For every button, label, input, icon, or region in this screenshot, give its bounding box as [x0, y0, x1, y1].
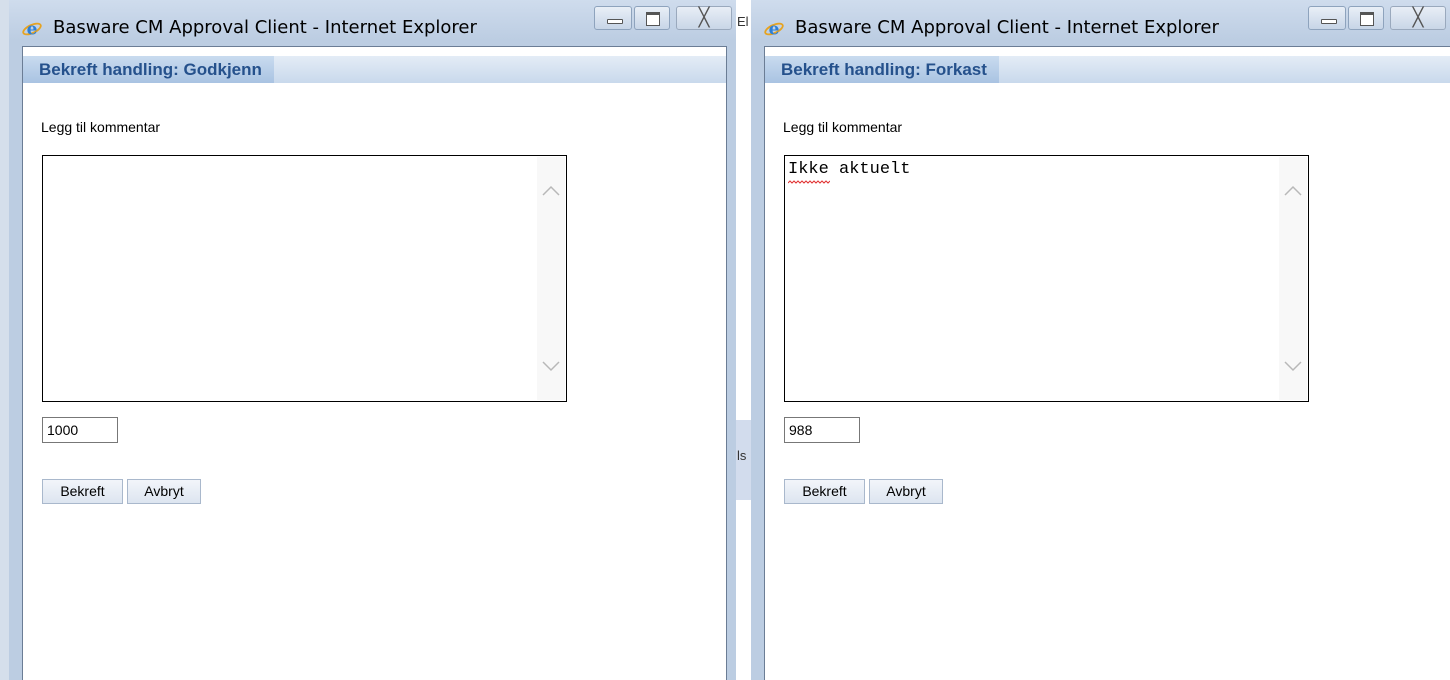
- scroll-up-icon[interactable]: [1283, 185, 1303, 197]
- confirm-button[interactable]: Bekreft: [42, 479, 123, 504]
- reject-dialog-window: e Basware CM Approval Client - Internet …: [751, 0, 1450, 680]
- close-button[interactable]: ╳: [676, 6, 732, 30]
- maximize-button[interactable]: [1348, 6, 1384, 30]
- internet-explorer-icon: e: [764, 20, 784, 40]
- page-title: Bekreft handling: Godkjenn: [23, 56, 274, 83]
- char-counter-field: 988: [784, 417, 860, 443]
- comment-label: Legg til kommentar: [783, 119, 903, 135]
- background-strip: [736, 0, 751, 680]
- dialog-content: Bekreft handling: Forkast Legg til komme…: [764, 46, 1450, 680]
- comment-textarea[interactable]: [42, 155, 567, 402]
- cancel-button[interactable]: Avbryt: [127, 479, 201, 504]
- comment-scrollbar[interactable]: [537, 157, 565, 400]
- svg-text:e: e: [27, 20, 38, 40]
- close-icon: ╳: [698, 7, 710, 28]
- maximize-button[interactable]: [634, 6, 670, 30]
- close-button[interactable]: ╳: [1390, 6, 1446, 30]
- minimize-button[interactable]: [1308, 6, 1346, 30]
- background-peek-text-mid: ls: [737, 448, 747, 463]
- char-counter-field: 1000: [42, 417, 118, 443]
- background-peek-text-top: El: [737, 14, 749, 29]
- internet-explorer-icon: e: [22, 20, 42, 40]
- background-edge-left: [0, 0, 9, 680]
- cancel-button[interactable]: Avbryt: [869, 479, 943, 504]
- scroll-down-icon[interactable]: [541, 360, 561, 372]
- svg-text:e: e: [769, 20, 780, 40]
- comment-label: Legg til kommentar: [41, 119, 161, 135]
- window-titlebar[interactable]: e Basware CM Approval Client - Internet …: [751, 0, 1450, 46]
- page-title: Bekreft handling: Forkast: [765, 56, 999, 83]
- dialog-content: Bekreft handling: Godkjenn Legg til komm…: [22, 46, 727, 680]
- approve-dialog-window: e Basware CM Approval Client - Internet …: [9, 0, 736, 680]
- spellcheck-squiggle: [788, 180, 830, 184]
- close-icon: ╳: [1412, 7, 1424, 28]
- scroll-up-icon[interactable]: [541, 185, 561, 197]
- confirm-button[interactable]: Bekreft: [784, 479, 865, 504]
- caption-buttons: ╳: [1306, 6, 1446, 32]
- caption-buttons: ╳: [592, 6, 732, 32]
- window-titlebar[interactable]: e Basware CM Approval Client - Internet …: [9, 0, 736, 46]
- window-title: Basware CM Approval Client - Internet Ex…: [795, 17, 1219, 38]
- comment-text: Ikke aktuelt: [788, 160, 911, 179]
- window-title: Basware CM Approval Client - Internet Ex…: [53, 17, 477, 38]
- minimize-button[interactable]: [594, 6, 632, 30]
- scroll-down-icon[interactable]: [1283, 360, 1303, 372]
- comment-textarea[interactable]: Ikke aktuelt: [784, 155, 1309, 402]
- comment-scrollbar[interactable]: [1279, 157, 1307, 400]
